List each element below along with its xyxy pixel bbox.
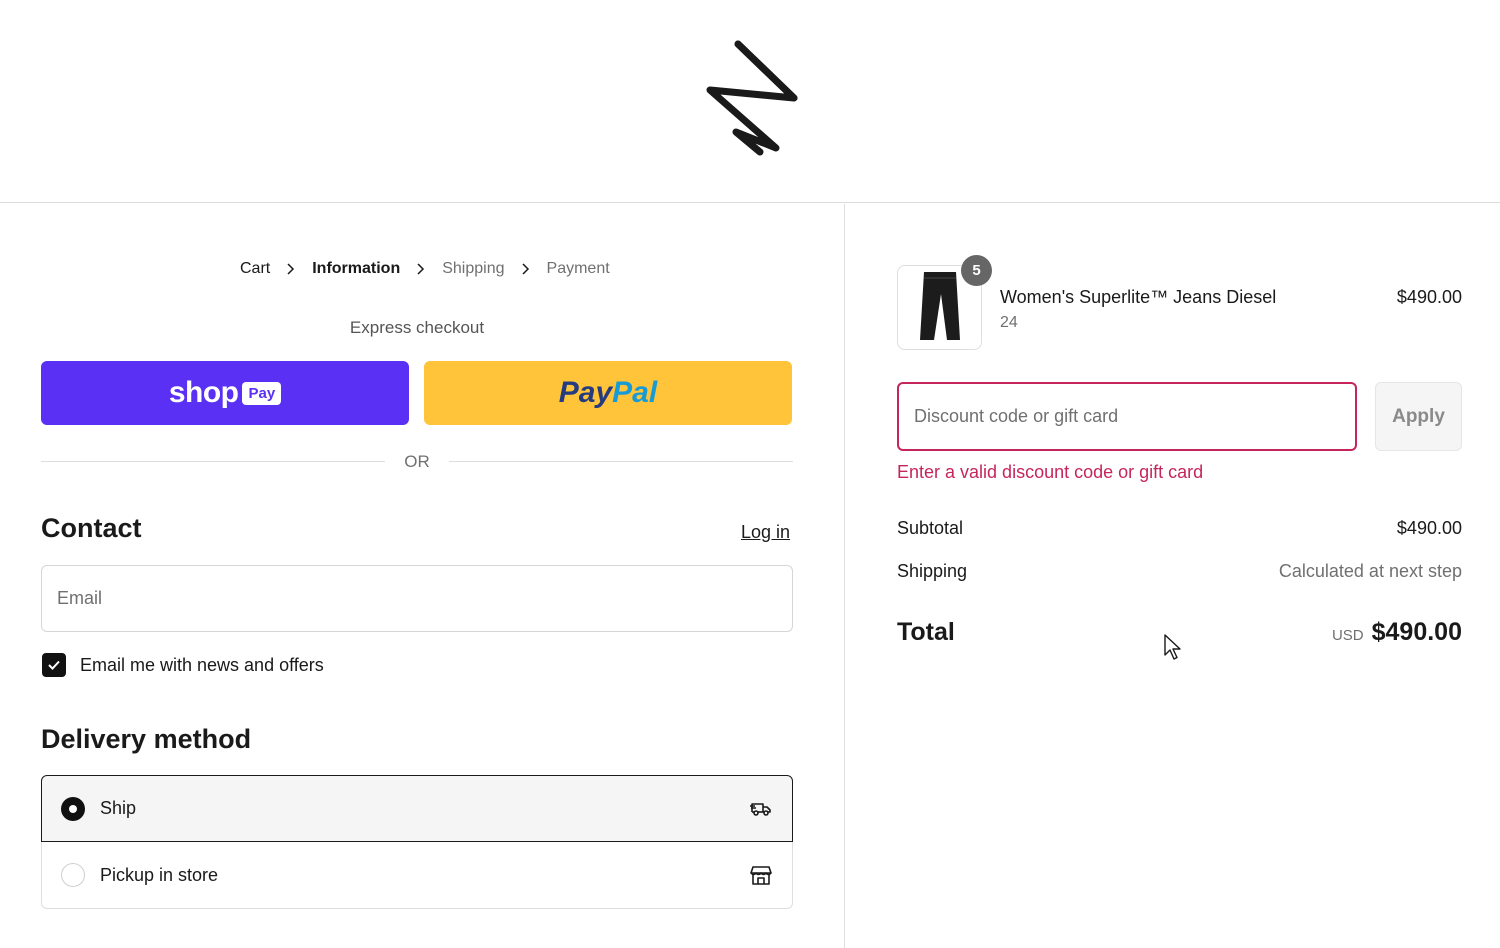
shop-pay-button[interactable]: shop Pay [41, 361, 409, 425]
mouse-cursor-icon [1164, 634, 1181, 660]
newsletter-checkbox[interactable] [42, 653, 66, 677]
breadcrumb-cart[interactable]: Cart [240, 260, 270, 278]
quantity-badge: 5 [961, 255, 992, 286]
or-text: OR [404, 452, 430, 471]
checkout-main: Cart Information Shipping Payment Expres… [0, 204, 845, 948]
breadcrumb-payment: Payment [546, 260, 610, 277]
log-in-link[interactable]: Log in [741, 522, 790, 543]
delivery-method-heading: Delivery method [41, 724, 252, 754]
total-amount-group: USD $490.00 [1332, 618, 1462, 647]
chevron-right-icon [287, 263, 295, 275]
newsletter-label[interactable]: Email me with news and offers [80, 655, 324, 676]
paypal-logo-text-a: Pay [558, 376, 613, 409]
breadcrumb-shipping: Shipping [442, 260, 505, 277]
breadcrumb: Cart Information Shipping Payment [240, 259, 610, 279]
subtotal-row: Subtotal $490.00 [897, 518, 1462, 539]
shipping-row: Shipping Calculated at next step [897, 561, 1462, 582]
pickup-radio[interactable] [61, 863, 85, 887]
product-variant: 24 [1000, 314, 1018, 331]
product-price: $490.00 [1396, 287, 1462, 307]
order-summary: 5 Women's Superlite™ Jeans Diesel 24 $49… [846, 204, 1500, 948]
brand-logo-icon[interactable] [700, 36, 804, 158]
shop-pay-logo-text: shop [168, 376, 239, 409]
ship-radio[interactable] [61, 796, 85, 821]
contact-heading: Contact [41, 513, 142, 543]
breadcrumb-information: Information [312, 260, 401, 277]
shipping-value: Calculated at next step [1278, 561, 1462, 581]
checkout-header [0, 0, 1500, 203]
paypal-button[interactable]: Pay Pal [424, 361, 792, 425]
or-divider: OR [41, 452, 793, 472]
shipping-label: Shipping [897, 561, 968, 581]
total-currency: USD [1331, 627, 1364, 644]
ship-label: Ship [100, 798, 137, 818]
delivery-option-ship[interactable]: Ship [41, 775, 793, 842]
delivery-truck-icon [750, 802, 771, 816]
discount-error-message: Enter a valid discount code or gift card [897, 462, 1204, 482]
product-name: Women's Superlite™ Jeans Diesel [1000, 287, 1277, 307]
subtotal-value: $490.00 [1396, 518, 1462, 538]
total-value: $490.00 [1371, 618, 1462, 646]
apply-discount-button[interactable]: Apply [1375, 382, 1462, 451]
divider-line [449, 461, 793, 462]
email-field[interactable] [41, 565, 793, 632]
chevron-right-icon [521, 263, 529, 275]
checkmark-icon [48, 660, 60, 670]
shop-pay-logo-badge: Pay [242, 381, 282, 405]
discount-code-input[interactable] [897, 382, 1357, 451]
paypal-logo-text-b: Pal [612, 376, 658, 409]
store-icon [750, 866, 772, 885]
pickup-label: Pickup in store [100, 864, 219, 885]
express-checkout-label: Express checkout [349, 318, 485, 337]
total-label: Total [897, 618, 955, 646]
subtotal-label: Subtotal [897, 518, 964, 538]
delivery-option-pickup[interactable]: Pickup in store [41, 842, 793, 909]
chevron-right-icon [417, 263, 425, 275]
